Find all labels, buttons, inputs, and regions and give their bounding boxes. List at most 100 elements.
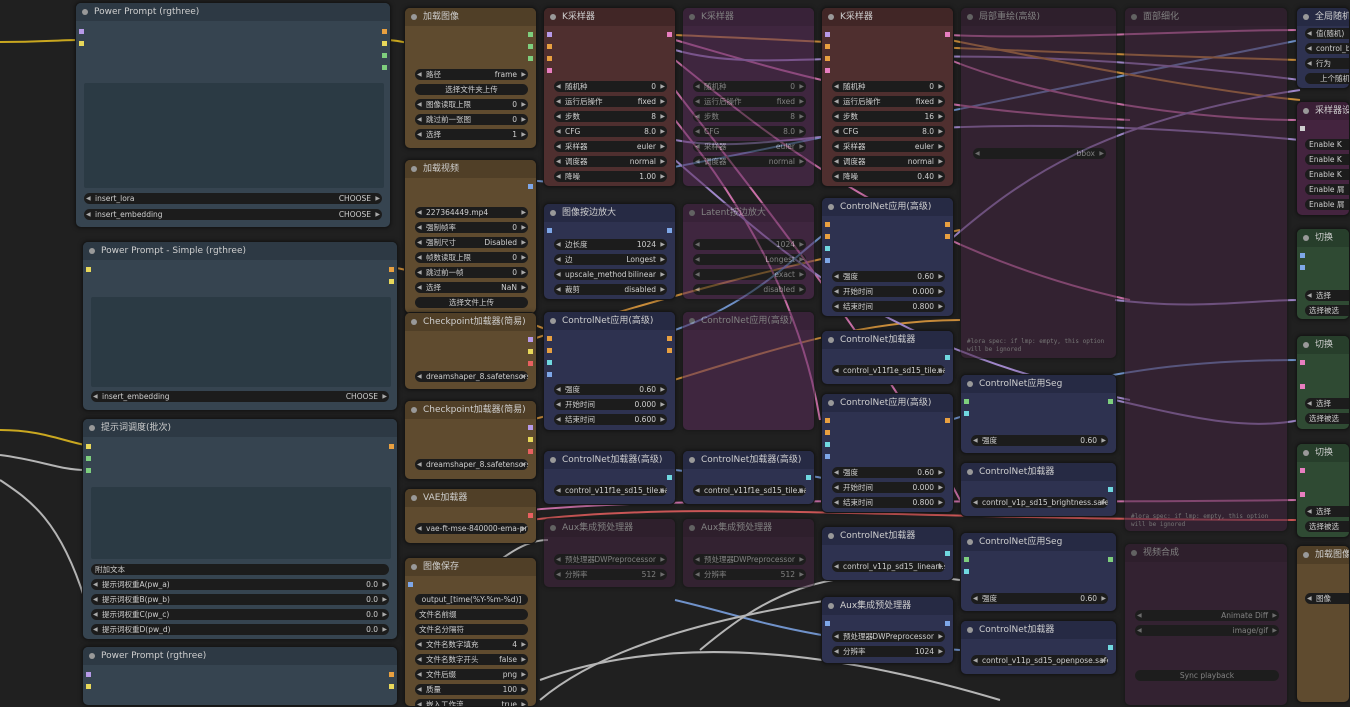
ksampler-node-3[interactable]: K采样器 随机种0 运行后操作fixed 步数16 CFG8.0 采样器eule… [821,7,954,187]
end-percent-widget[interactable]: 结束时间0.600 [554,414,667,425]
switch-node-2[interactable]: 切换 选择 选择被选 [1296,335,1350,430]
number-start-widget[interactable]: 文件名数字开头false [415,654,528,665]
output-slot[interactable] [945,234,950,239]
output-slot[interactable] [945,222,950,227]
control-after-generate-widget[interactable]: 运行后操作fixed [693,96,806,107]
vae-loader-node[interactable]: VAE加载器 vae-ft-mse-840000-ema-pruned.safe… [404,488,537,544]
crop-widget[interactable]: 裁剪disabled [554,284,667,295]
input-slot[interactable] [825,621,830,626]
input-slot[interactable] [547,336,552,341]
select-widget[interactable]: 选择1 [415,129,528,140]
output-slot[interactable] [806,475,811,480]
aux-preprocessor-node-1[interactable]: Aux集成预处理器 预处理器DWPreprocessor 分辨率512 [543,518,676,588]
controlnet-loader-node-3[interactable]: ControlNet加载器 control_v11f1e_sd15_tile.s… [821,330,954,385]
input-slot[interactable] [825,454,830,459]
output-slot[interactable] [1108,399,1113,404]
enable-toggle-1[interactable]: Enable K [1305,139,1349,150]
input-slot[interactable] [964,399,969,404]
filename-prefix-field[interactable]: 文件名前缀 [415,609,528,620]
sync-playback-button[interactable]: Sync playback [1135,670,1279,681]
steps-widget[interactable]: 步数8 [554,111,667,122]
skip-first-widget[interactable]: 跳过前一张图0 [415,114,528,125]
denoise-widget[interactable]: 降噪0.40 [832,171,945,182]
input-slot[interactable] [1300,265,1305,270]
control-after-generate-widget[interactable]: 运行后操作fixed [832,96,945,107]
output-slot[interactable] [1108,487,1113,492]
strength-widget[interactable]: 强度0.60 [832,467,945,478]
output-slot[interactable] [528,349,533,354]
input-slot[interactable] [86,672,91,677]
output-slot[interactable] [528,184,533,189]
select-widget[interactable]: 选择 [1305,506,1349,517]
resolution-widget[interactable]: 分辨率512 [554,569,667,580]
seed-widget[interactable]: 随机种0 [554,81,667,92]
output-slot[interactable] [528,337,533,342]
output-slot[interactable] [667,32,672,37]
controlnet-apply-seg-node-1[interactable]: ControlNet应用Seg 强度0.60 [960,374,1117,454]
controlnet-loader-advanced-node-1[interactable]: ControlNet加载器(高级) control_v11f1e_sd15_ti… [543,450,676,505]
end-percent-widget[interactable]: 结束时间0.800 [832,301,945,312]
checkpoint-loader-node-2[interactable]: Checkpoint加载器(简易) dreamshaper_8.safetens… [404,400,537,480]
seed-value-widget[interactable]: 值(随机) [1305,28,1349,39]
enable-toggle-5[interactable]: Enable 屑 [1305,199,1349,210]
strength-widget[interactable]: 强度0.60 [971,435,1108,446]
input-slot[interactable] [1300,126,1305,131]
bbox-widget[interactable]: bbox [973,148,1106,159]
resolution-widget[interactable]: 分辨率1024 [832,646,945,657]
upload-folder-button[interactable]: 选择文件夹上传 [415,84,528,95]
controlnet-apply-advanced-node-4[interactable]: ControlNet应用(高级) 强度0.60 开始时间0.000 结束时间0.… [821,393,954,513]
force-rate-widget[interactable]: 强制帧率0 [415,222,528,233]
strength-widget[interactable]: 强度0.60 [554,384,667,395]
input-slot[interactable] [825,44,830,49]
output-slot[interactable] [389,279,394,284]
input-slot[interactable] [964,569,969,574]
prompt-textarea[interactable] [91,487,391,559]
controlnet-name-widget[interactable]: control_v11f1e_sd15_tile.safetensors [693,485,806,496]
insert-lora-widget[interactable]: insert_loraCHOOSE [84,193,382,204]
input-slot[interactable] [964,557,969,562]
select-widget[interactable]: 选择 [1305,398,1349,409]
video-file-widget[interactable]: 227364449.mp4 [415,207,528,218]
enable-toggle-2[interactable]: Enable K [1305,154,1349,165]
video-combine-node[interactable]: 视频合成 Animate Diff image/gif Sync playbac… [1124,543,1288,706]
preprocessor-widget[interactable]: 预处理器DWPreprocessor [693,554,806,565]
strength-widget[interactable]: 强度0.60 [832,271,945,282]
controlnet-name-widget[interactable]: control_v11f1e_sd15_tile.safetensors [554,485,667,496]
output-slot[interactable] [667,348,672,353]
load-image-node[interactable]: 加载图像 路径frame 选择文件夹上传 图像读取上限0 跳过前一张图0 选择1 [404,7,537,149]
input-slot[interactable] [79,41,84,46]
input-slot[interactable] [547,348,552,353]
controlnet-loader-node-6[interactable]: ControlNet加载器 control_v11p_sd15_openpose… [960,620,1117,675]
number-padding-widget[interactable]: 文件名数字填充4 [415,639,528,650]
aux-preprocessor-node-2[interactable]: Aux集成预处理器 预处理器DWPreprocessor 分辨率512 [682,518,815,588]
output-slot[interactable] [382,53,387,58]
seed-widget[interactable]: 随机种0 [832,81,945,92]
input-slot[interactable] [825,234,830,239]
output-slot[interactable] [528,56,533,61]
face-detailer-node-2[interactable]: 面部细化 #lora spec: if lmp: empty, this opt… [1124,7,1288,532]
power-prompt-node-2[interactable]: Power Prompt (rgthree) [82,646,398,706]
denoise-widget[interactable]: 降噪1.00 [554,171,667,182]
seed-widget[interactable]: 随机种0 [693,81,806,92]
control-widget[interactable]: control_b [1305,43,1349,54]
save-image-node[interactable]: 图像保存 output_[time(%Y-%m-%d)] 文件名前缀 文件名分隔… [404,557,537,707]
pw-c-widget[interactable]: 提示词权重C(pw_c)0.0 [91,609,389,620]
prompt-textarea[interactable] [84,83,384,188]
output-slot[interactable] [528,425,533,430]
enable-toggle-3[interactable]: Enable K [1305,169,1349,180]
sampler-design-node[interactable]: 采样器设计 Enable K Enable K Enable K Enable … [1296,101,1350,216]
latent-length-widget[interactable]: 1024 [693,239,806,250]
select-input-widget[interactable]: 选择被选 [1305,413,1349,424]
power-prompt-node-1[interactable]: Power Prompt (rgthree) insert_loraCHOOSE… [75,2,391,228]
last-seed-button[interactable]: 上个随机 [1305,73,1349,84]
latent-crop-widget[interactable]: disabled [693,284,806,295]
input-slot[interactable] [825,68,830,73]
controlnet-name-widget[interactable]: control_v11p_sd15_lineart.safetensors [832,561,945,572]
image-upscale-node[interactable]: 图像按边放大 边长度1024 边Longest upscale_methodbi… [543,203,676,300]
prompt-textarea[interactable] [91,297,391,387]
input-slot[interactable] [1300,384,1305,389]
cfg-widget[interactable]: CFG8.0 [554,126,667,137]
controlnet-loader-advanced-node-2[interactable]: ControlNet加载器(高级) control_v11f1e_sd15_ti… [682,450,815,505]
scheduler-widget[interactable]: 调度器normal [554,156,667,167]
cfg-widget[interactable]: CFG8.0 [832,126,945,137]
